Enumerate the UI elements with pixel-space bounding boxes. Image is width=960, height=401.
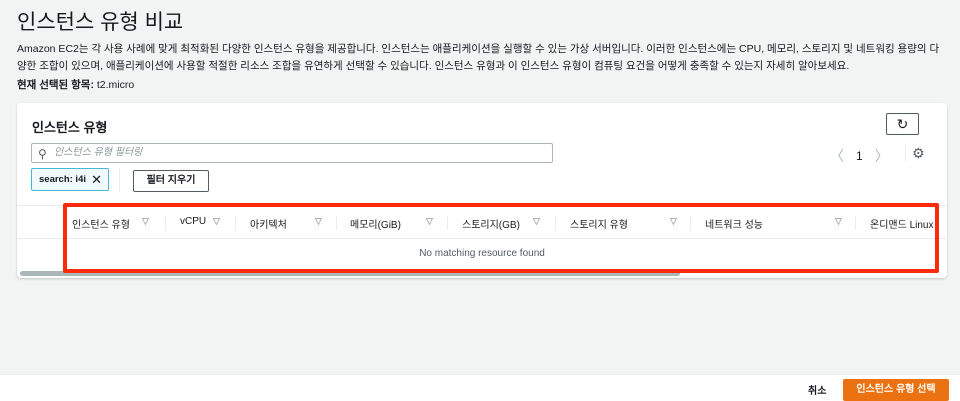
search-input[interactable]: ⚲ 인스턴스 유형 필터링 — [31, 143, 553, 163]
prev-page-icon[interactable]: 〈 — [830, 146, 844, 166]
footer: 취소 인스턴스 유형 선택 — [0, 374, 960, 401]
highlight-box — [63, 203, 939, 273]
search-placeholder: 인스턴스 유형 필터링 — [54, 147, 143, 158]
next-page-icon[interactable]: 〉 — [875, 146, 889, 166]
cancel-button[interactable]: 취소 — [808, 382, 826, 397]
filter-token: search: i4i ✕ — [31, 168, 109, 191]
refresh-icon: ↻ — [896, 116, 909, 132]
search-icon: ⚲ — [38, 147, 47, 161]
panel-title: 인스턴스 유형 — [32, 120, 108, 135]
current-label: 현재 선택된 항목: — [17, 79, 94, 91]
page-number[interactable]: 1 — [856, 149, 863, 163]
divider — [119, 168, 120, 192]
pagination: 〈 1 〉 — [830, 146, 889, 166]
current-selection: 현재 선택된 항목: t2.micro — [17, 77, 134, 92]
page-title: 인스턴스 유형 비교 — [17, 11, 184, 34]
remove-token-icon[interactable]: ✕ — [91, 169, 102, 190]
refresh-button[interactable]: ↻ — [886, 113, 919, 135]
clear-filters-button[interactable]: 필터 지우기 — [133, 170, 209, 192]
select-instance-type-button[interactable]: 인스턴스 유형 선택 — [843, 379, 949, 401]
settings-gear-icon[interactable]: ⚙ — [905, 145, 925, 162]
page-description: Amazon EC2는 각 사용 사례에 맞게 최적화된 다양한 인스턴스 유형… — [17, 43, 940, 72]
filter-token-label: search: i4i — [39, 174, 86, 185]
current-value: t2.micro — [96, 79, 135, 91]
